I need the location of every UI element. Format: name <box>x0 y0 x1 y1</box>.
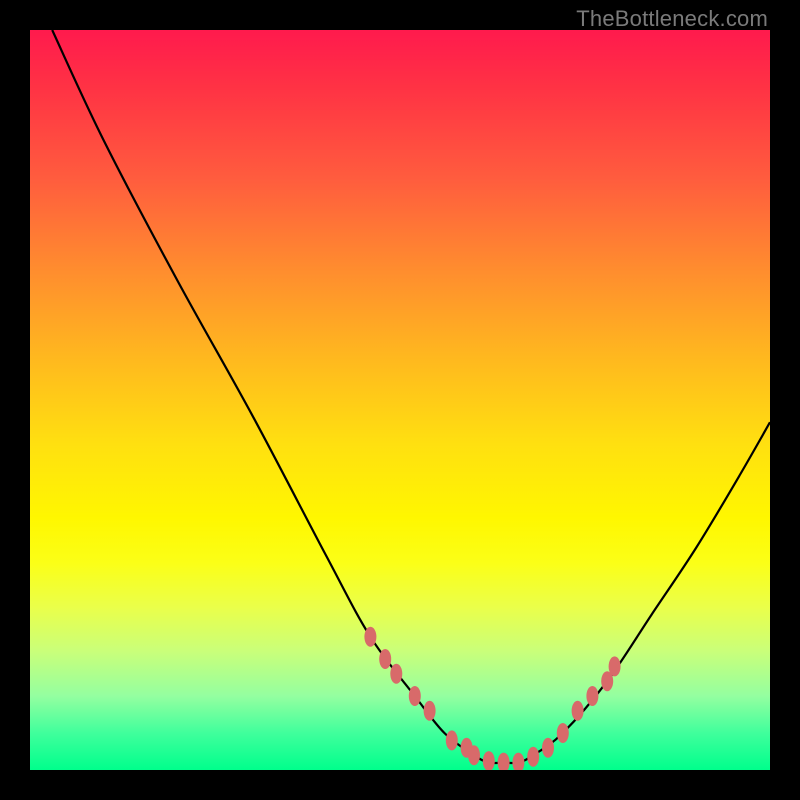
curve-dot <box>527 747 539 767</box>
curve-dot <box>379 649 391 669</box>
curve-dot <box>586 686 598 706</box>
curve-dot <box>390 664 402 684</box>
curve-dot <box>424 701 436 721</box>
curve-dot <box>609 656 621 676</box>
curve-dot <box>557 723 569 743</box>
watermark-text: TheBottleneck.com <box>576 6 768 32</box>
curve-dot <box>446 730 458 750</box>
curve-dot <box>364 627 376 647</box>
plot-area <box>30 30 770 770</box>
curve-dot <box>498 753 510 770</box>
curve-dot <box>483 751 495 770</box>
curve-dot <box>542 738 554 758</box>
curve-dot <box>512 753 524 770</box>
chart-container: TheBottleneck.com <box>0 0 800 800</box>
curve-dots <box>364 627 620 770</box>
curve-svg <box>30 30 770 770</box>
curve-dot <box>468 745 480 765</box>
curve-dot <box>572 701 584 721</box>
bottleneck-curve <box>52 30 770 763</box>
curve-dot <box>409 686 421 706</box>
